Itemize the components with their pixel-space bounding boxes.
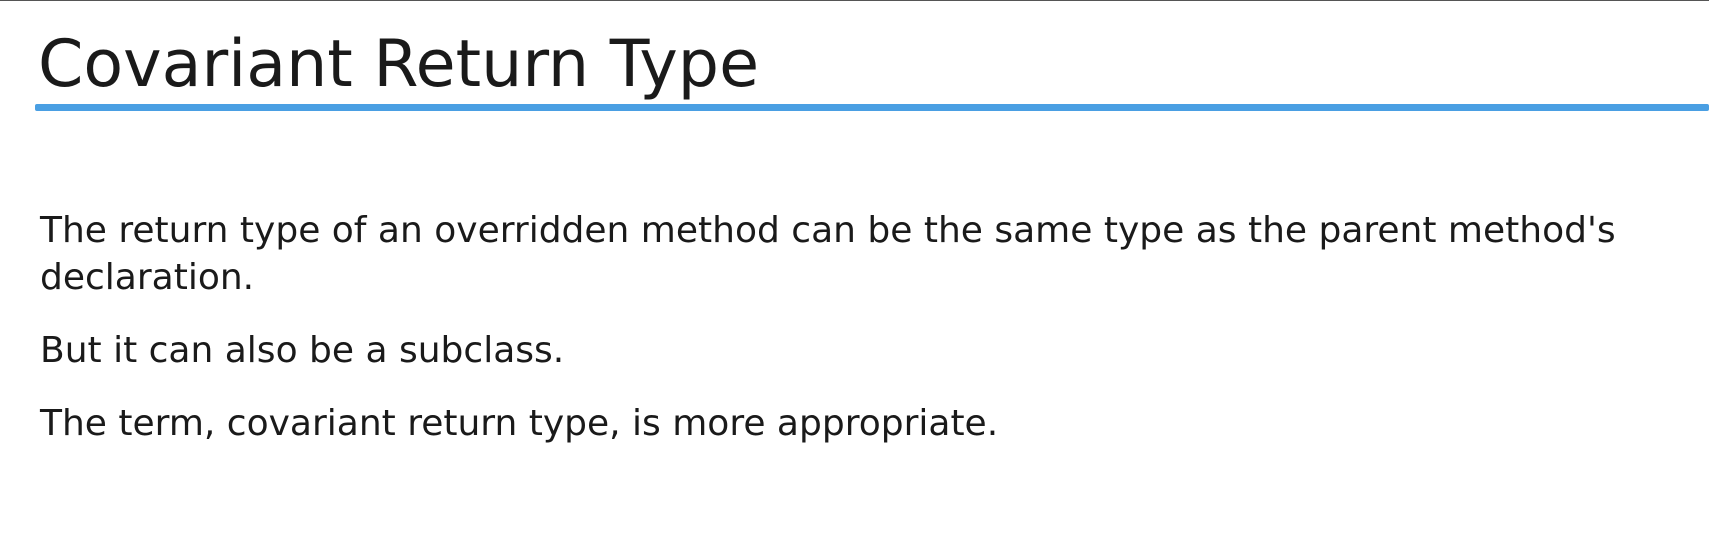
title-underline — [35, 104, 1709, 111]
body-paragraph-1: The return type of an overridden method … — [40, 210, 1616, 298]
top-border-line — [0, 0, 1709, 1]
slide: Covariant Return Type The return type of… — [0, 0, 1709, 542]
slide-body: The return type of an overridden method … — [40, 207, 1680, 473]
slide-title: Covariant Return Type — [38, 27, 760, 102]
body-paragraph-2: But it can also be a subclass. — [40, 330, 565, 371]
body-paragraph-3: The term, covariant return type, is more… — [40, 403, 999, 444]
